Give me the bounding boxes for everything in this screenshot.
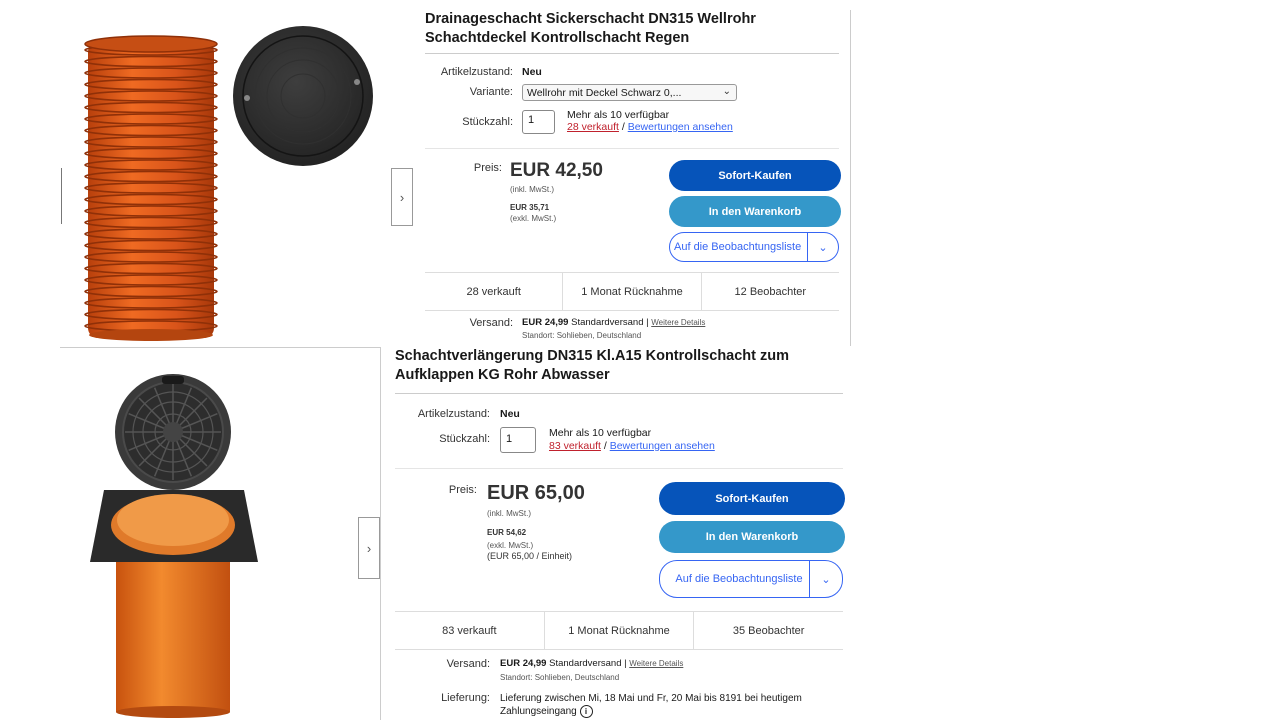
condition-value: Neu xyxy=(500,408,520,420)
price-note: (inkl. MwSt.) xyxy=(510,185,554,194)
quantity-input[interactable]: 1 xyxy=(500,427,536,453)
separator: / xyxy=(603,440,607,452)
corrugated-pipe-image xyxy=(84,26,373,341)
chevron-down-icon[interactable]: ⌄ xyxy=(809,561,842,597)
condition-label: Artikelzustand: xyxy=(440,66,513,78)
qty-label: Stückzahl: xyxy=(439,433,490,445)
availability-text: Mehr als 10 verfügbar xyxy=(567,109,670,121)
stat-returns: 1 Monat Rücknahme xyxy=(543,612,694,649)
buy-now-button[interactable]: Sofort-Kaufen xyxy=(669,160,841,191)
qty-label: Stückzahl: xyxy=(462,116,513,128)
delivery-label: Lieferung: xyxy=(441,692,490,704)
listing1-title: Drainageschacht Sickerschacht DN315 Well… xyxy=(425,11,756,46)
sold-and-reviews: 83 verkauft / Bewertungen ansehen xyxy=(549,440,715,452)
reviews-link[interactable]: Bewertungen ansehen xyxy=(628,121,733,133)
divider xyxy=(425,148,839,149)
watchlist-label: Auf die Beobachtungsliste xyxy=(674,241,802,253)
net-note: (exkl. MwSt.) xyxy=(487,541,534,550)
add-to-cart-button[interactable]: In den Warenkorb xyxy=(659,521,845,553)
product-image-1 xyxy=(62,10,412,346)
stat-watchers: 35 Beobachter xyxy=(693,612,843,649)
listing1-stats-bar: 28 verkauft 1 Monat Rücknahme 12 Beobach… xyxy=(425,272,839,311)
shipping-text: Standardversand | xyxy=(571,317,649,328)
price-label: Preis: xyxy=(448,484,477,496)
chevron-down-icon[interactable]: ⌄ xyxy=(807,233,838,261)
price-value: EUR 65,00 xyxy=(487,482,585,504)
variant-select[interactable]: Wellrohr mit Deckel Schwarz 0,... ⌄ xyxy=(522,84,737,101)
location-text: Standort: Sohlieben, Deutschland xyxy=(500,673,620,682)
listing2-title: Schachtverlängerung DN315 Kl.A15 Kontrol… xyxy=(395,348,790,383)
buy-now-button[interactable]: Sofort-Kaufen xyxy=(659,482,845,515)
shipping-price: EUR 24,99 xyxy=(522,317,569,328)
shaft-extension-image xyxy=(90,374,258,718)
chevron-down-icon: ⌄ xyxy=(722,86,731,97)
chevron-right-icon: › xyxy=(366,540,372,556)
unit-note: (EUR 65,00 / Einheit) xyxy=(487,551,573,561)
shipping-info: EUR 24,99 Standardversand | Weitere Deta… xyxy=(500,658,683,669)
reviews-link[interactable]: Bewertungen ansehen xyxy=(610,440,715,452)
stat-watchers: 12 Beobachter xyxy=(700,273,839,310)
condition-label: Artikelzustand: xyxy=(417,408,490,420)
panel2-image-border xyxy=(380,347,381,720)
delivery-text: Lieferung zwischen Mi, 18 Mai und Fr, 20… xyxy=(500,693,802,718)
stat-sold: 83 verkauft xyxy=(442,624,497,637)
variant-label: Variante: xyxy=(469,86,513,98)
shipping-label: Versand: xyxy=(446,658,490,670)
availability-text: Mehr als 10 verfügbar xyxy=(549,427,652,439)
condition-value: Neu xyxy=(522,66,542,78)
stat-returns: 1 Monat Rücknahme xyxy=(562,273,700,310)
listing2-stats-bar: 83 verkauft 1 Monat Rücknahme 35 Beobach… xyxy=(395,611,843,650)
location-text: Standort: Sohlieben, Deutschland xyxy=(522,331,642,340)
price-label: Preis: xyxy=(473,162,502,174)
variant-select-value: Wellrohr mit Deckel Schwarz 0,... xyxy=(527,87,682,99)
net-price: EUR 54,62 xyxy=(487,528,527,537)
product-image-2 xyxy=(62,350,378,720)
shipping-label: Versand: xyxy=(469,317,513,329)
separator: / xyxy=(621,121,625,133)
divider xyxy=(395,468,843,469)
watchlist-label: Auf die Beobachtungsliste xyxy=(675,573,803,585)
sold-link[interactable]: 28 verkauft xyxy=(567,121,619,133)
net-note: (exkl. MwSt.) xyxy=(510,214,557,223)
sold-and-reviews: 28 verkauft / Bewertungen ansehen xyxy=(567,121,733,133)
net-price: EUR 35,71 xyxy=(510,203,550,212)
stat-sold: 28 verkauft xyxy=(466,285,521,298)
price-note: (inkl. MwSt.) xyxy=(487,509,531,518)
info-icon[interactable]: i xyxy=(579,705,593,718)
next-image-button-2[interactable]: › xyxy=(358,517,380,579)
left-gallery-edge-1 xyxy=(61,168,62,224)
shipping-details-link[interactable]: Weitere Details xyxy=(629,659,683,668)
sold-link[interactable]: 83 verkauft xyxy=(549,440,601,452)
panel2-top-border xyxy=(60,347,380,348)
divider xyxy=(395,393,843,394)
quantity-input[interactable]: 1 xyxy=(522,110,555,134)
delivery-info: Lieferung zwischen Mi, 18 Mai und Fr, 20… xyxy=(500,692,845,718)
shipping-details-link[interactable]: Weitere Details xyxy=(651,318,705,327)
chevron-right-icon: › xyxy=(399,189,405,205)
watchlist-button[interactable]: Auf die Beobachtungsliste ⌄ xyxy=(669,232,839,262)
price-value: EUR 42,50 xyxy=(510,160,603,181)
shipping-text: Standardversand | xyxy=(549,658,627,669)
next-image-button-1[interactable]: › xyxy=(391,168,413,226)
panel1-right-border xyxy=(850,10,851,346)
add-to-cart-button[interactable]: In den Warenkorb xyxy=(669,196,841,227)
shipping-info: EUR 24,99 Standardversand | Weitere Deta… xyxy=(522,317,705,328)
shipping-price: EUR 24,99 xyxy=(500,658,547,669)
divider xyxy=(425,53,839,54)
watchlist-button[interactable]: Auf die Beobachtungsliste ⌄ xyxy=(659,560,843,598)
